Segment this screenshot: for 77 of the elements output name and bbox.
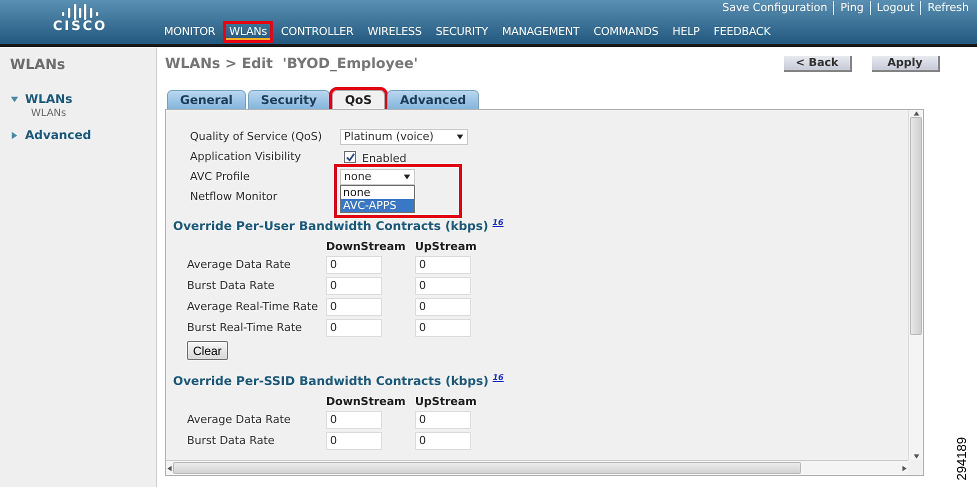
scroll-down-icon[interactable] xyxy=(912,453,920,460)
collapse-arrow-icon[interactable] xyxy=(10,94,19,104)
column-header: UpStream xyxy=(415,394,478,409)
select-value: none xyxy=(344,168,372,185)
sidebar-title: WLANs xyxy=(10,56,66,75)
row-label: Burst Real-Time Rate xyxy=(187,320,303,336)
page-title: WLANs > Edit 'BYOD_Employee' xyxy=(165,55,418,74)
number-input[interactable]: 0 xyxy=(415,318,471,336)
utility-link[interactable]: Save Configuration xyxy=(716,1,834,15)
number-input[interactable]: 0 xyxy=(326,298,382,316)
number-input[interactable]: 0 xyxy=(415,410,471,428)
checkbox[interactable] xyxy=(344,151,356,163)
clear-button[interactable]: Clear xyxy=(187,341,228,360)
footnote-link[interactable]: 16 xyxy=(492,372,504,384)
number-input[interactable]: 0 xyxy=(326,256,382,274)
action-button[interactable]: Apply xyxy=(872,56,940,72)
tab[interactable]: QoS xyxy=(332,90,385,109)
nav-tab[interactable]: FEEDBACK xyxy=(710,23,774,41)
number-input[interactable]: 0 xyxy=(415,298,471,316)
number-input[interactable]: 0 xyxy=(415,256,471,274)
select-field[interactable]: none xyxy=(340,169,415,185)
nav-tab[interactable]: SECURITY xyxy=(432,23,492,41)
row-label: Burst Data Rate xyxy=(187,433,276,449)
utility-link[interactable]: Logout xyxy=(870,1,920,15)
dropdown-arrow-icon xyxy=(403,173,411,181)
scroll-thumb[interactable] xyxy=(910,117,922,335)
column-header: DownStream xyxy=(326,239,407,254)
nav-tab[interactable]: CONTROLLER xyxy=(277,23,358,41)
checkbox-label: Enabled xyxy=(362,150,406,167)
row-label: Burst Data Rate xyxy=(187,278,276,294)
logo-bars-icon xyxy=(60,4,100,20)
vertical-scrollbar[interactable] xyxy=(908,110,923,460)
horizontal-scrollbar[interactable] xyxy=(166,460,908,475)
section-heading: Override Per-User Bandwidth Contracts (kbps) xyxy=(173,218,488,235)
number-input[interactable]: 0 xyxy=(326,276,382,294)
scroll-left-icon[interactable] xyxy=(166,464,173,472)
utility-link[interactable]: Ping xyxy=(833,1,870,15)
row-label: Average Data Rate xyxy=(187,257,292,273)
sidebar-item[interactable]: WLANs xyxy=(25,90,72,108)
nav-tab[interactable]: MANAGEMENT xyxy=(498,23,584,41)
section-heading: Override Per-SSID Bandwidth Contracts (kbps) xyxy=(173,373,489,390)
number-input[interactable]: 0 xyxy=(415,276,471,294)
footnote-link[interactable]: 16 xyxy=(492,217,504,229)
field-label: Application Visibility xyxy=(190,148,302,165)
field-label: AVC Profile xyxy=(190,168,251,185)
logo-text: CISCO xyxy=(52,20,108,34)
number-input[interactable]: 0 xyxy=(326,410,382,428)
scroll-thumb[interactable] xyxy=(173,462,801,474)
sidebar-subitem[interactable]: WLANs xyxy=(31,108,156,120)
dropdown-option[interactable]: none xyxy=(341,186,414,199)
row-label: Average Data Rate xyxy=(187,412,292,428)
nav-tab[interactable]: WIRELESS xyxy=(363,23,426,41)
column-header: DownStream xyxy=(326,394,407,409)
number-input[interactable]: 0 xyxy=(326,432,382,450)
number-input[interactable]: 0 xyxy=(415,432,471,450)
action-button[interactable]: < Back xyxy=(784,56,852,72)
column-header: UpStream xyxy=(415,239,478,254)
nav-tab[interactable]: WLANs xyxy=(225,23,271,41)
scroll-right-icon[interactable] xyxy=(901,464,908,472)
row-label: Average Real-Time Rate xyxy=(187,299,319,315)
dropdown-arrow-icon xyxy=(456,133,464,141)
figure-number: 294189 xyxy=(952,437,970,480)
field-label: Quality of Service (QoS) xyxy=(190,128,324,145)
nav-tab[interactable]: HELP xyxy=(668,23,704,41)
nav-tab[interactable]: COMMANDS xyxy=(589,23,662,41)
number-input[interactable]: 0 xyxy=(326,318,382,336)
field-label: Netflow Monitor xyxy=(190,188,278,205)
tab[interactable]: General xyxy=(167,90,246,109)
select-value: Platinum (voice) xyxy=(344,128,434,145)
tab[interactable]: Security xyxy=(248,90,330,109)
sidebar-item[interactable]: Advanced xyxy=(25,126,92,144)
tab[interactable]: Advanced xyxy=(386,90,480,109)
select-field[interactable]: Platinum (voice) xyxy=(340,129,468,145)
dropdown-option[interactable]: AVC-APPS xyxy=(341,199,414,212)
nav-tab[interactable]: MONITOR xyxy=(160,23,220,41)
utility-link[interactable]: Refresh xyxy=(920,1,975,15)
expand-arrow-icon[interactable] xyxy=(10,130,19,140)
